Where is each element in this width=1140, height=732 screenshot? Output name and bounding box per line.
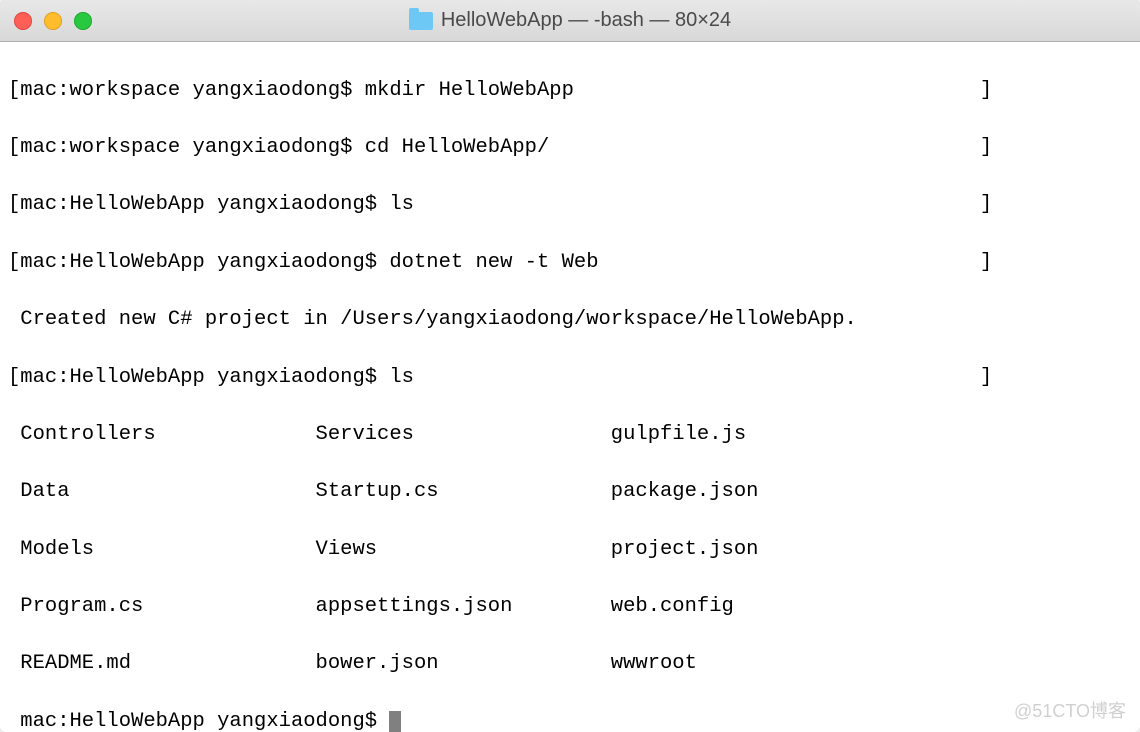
terminal-line: Controllers Services gulpfile.js [8, 421, 1132, 450]
terminal-body[interactable]: [mac:workspace yangxiaodong$ mkdir Hello… [0, 42, 1140, 732]
terminal-line: Data Startup.cs package.json [8, 478, 1132, 507]
window-title-group: HelloWebApp — -bash — 80×24 [409, 9, 731, 32]
terminal-line: Program.cs appsettings.json web.config [8, 593, 1132, 622]
watermark: @51CTO博客 [1014, 699, 1126, 724]
traffic-lights [0, 12, 92, 30]
terminal-line: [mac:HelloWebApp yangxiaodong$ dotnet ne… [8, 249, 1132, 278]
cursor [389, 711, 401, 732]
close-button[interactable] [14, 12, 32, 30]
maximize-button[interactable] [74, 12, 92, 30]
terminal-line: README.md bower.json wwwroot [8, 650, 1132, 679]
terminal-prompt: mac:HelloWebApp yangxiaodong$ [8, 710, 389, 732]
terminal-prompt-line: mac:HelloWebApp yangxiaodong$ [8, 708, 1132, 732]
terminal-line: Models Views project.json [8, 536, 1132, 565]
terminal-line: [mac:workspace yangxiaodong$ cd HelloWeb… [8, 134, 1132, 163]
terminal-line: [mac:workspace yangxiaodong$ mkdir Hello… [8, 77, 1132, 106]
window-title: HelloWebApp — -bash — 80×24 [441, 9, 731, 32]
terminal-line: [mac:HelloWebApp yangxiaodong$ ls ] [8, 364, 1132, 393]
terminal-line: Created new C# project in /Users/yangxia… [8, 306, 1132, 335]
folder-icon [409, 12, 433, 30]
titlebar[interactable]: HelloWebApp — -bash — 80×24 [0, 0, 1140, 42]
terminal-line: [mac:HelloWebApp yangxiaodong$ ls ] [8, 191, 1132, 220]
minimize-button[interactable] [44, 12, 62, 30]
terminal-window: HelloWebApp — -bash — 80×24 [mac:workspa… [0, 0, 1140, 732]
